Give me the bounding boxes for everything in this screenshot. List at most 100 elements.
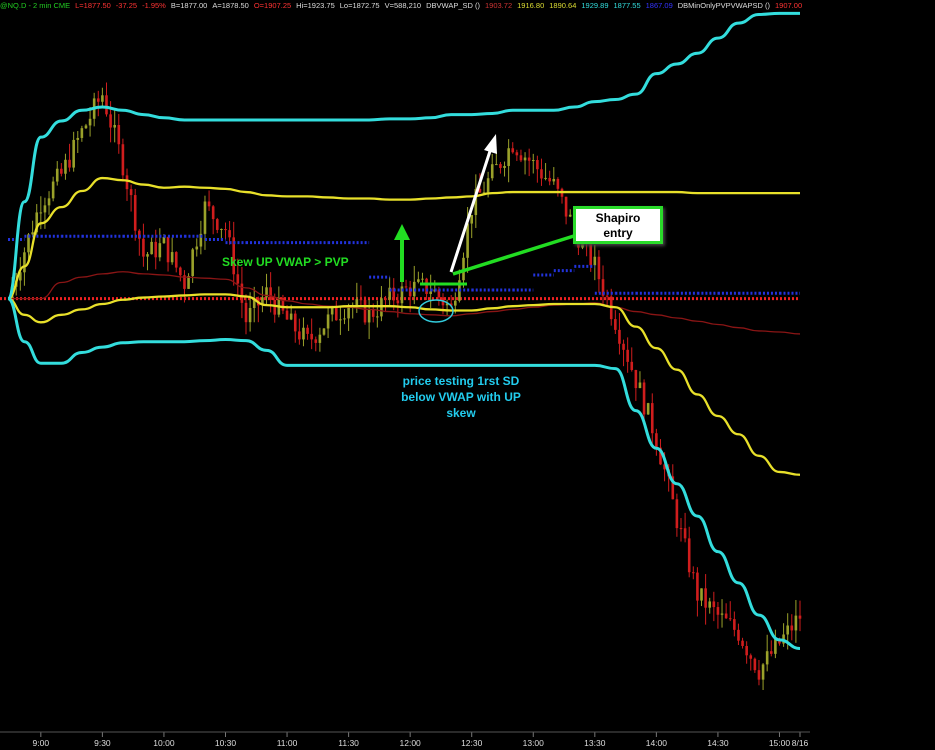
price-bar-body — [507, 148, 510, 166]
price-bar-body — [593, 256, 597, 266]
price-bar-body — [786, 625, 789, 635]
price-bar-body — [191, 249, 194, 277]
price-bar-body — [60, 168, 63, 174]
price-bar-body — [88, 118, 92, 126]
price-bar-body — [765, 651, 769, 665]
x-tick-label: 10:30 — [214, 738, 237, 748]
price-bar-body — [486, 178, 490, 193]
price-bar-body — [269, 287, 272, 300]
price-bar-body — [490, 164, 494, 179]
price-bar-body — [302, 327, 305, 340]
price-bar-body — [425, 278, 428, 294]
price-bar-body — [692, 572, 695, 574]
x-tick-label: 12:00 — [399, 738, 421, 748]
price-bar-body — [724, 613, 728, 619]
price-bar-body — [31, 232, 34, 235]
price-bar-body — [322, 328, 326, 335]
price-bar-body — [314, 339, 318, 343]
price-bar-body — [146, 254, 149, 257]
price-bar-body — [622, 343, 625, 350]
price-bar-body — [790, 625, 794, 631]
price-bar-body — [753, 658, 757, 671]
price-bar-body — [421, 278, 424, 280]
price-bar-body — [285, 310, 289, 320]
price-bar-body — [298, 331, 301, 340]
price-bar-body — [745, 645, 748, 656]
price-bar-body — [417, 279, 420, 282]
x-tick-label: 9:30 — [94, 738, 111, 748]
price-bar-body — [150, 241, 153, 255]
price-bar-body — [568, 214, 572, 217]
price-bar-body — [634, 369, 638, 389]
price-bar-body — [371, 309, 375, 317]
price-bar-body — [696, 572, 699, 601]
price-bar-body — [162, 236, 166, 244]
x-tick-label: 11:30 — [338, 738, 359, 748]
entry-line-2: entry — [603, 226, 633, 240]
price-bar-body — [712, 601, 716, 608]
price-bar-body — [605, 295, 609, 297]
price-bar-body — [614, 319, 617, 330]
price-bar-body — [72, 139, 75, 168]
price-bar-body — [158, 243, 162, 258]
price-bar-body — [794, 615, 798, 631]
price-bar-body — [343, 318, 346, 320]
price-bar-body — [228, 230, 231, 238]
price-bar-body — [646, 403, 650, 415]
price-bar-body — [597, 256, 601, 280]
band-lines — [6, 11, 801, 650]
target-arrow-head — [484, 134, 497, 154]
price-bar-body — [179, 267, 182, 276]
x-tick-label: 10:00 — [153, 738, 175, 748]
price-bar-body — [638, 382, 642, 389]
price-bar-body — [326, 314, 330, 329]
price-bar-body — [359, 299, 363, 301]
price-bar-body — [207, 201, 211, 207]
price-bar-body — [544, 177, 547, 179]
price-bar-body — [774, 638, 777, 654]
price-bar-body — [511, 148, 515, 153]
price-bar-body — [531, 160, 535, 162]
price-bar-body — [113, 125, 116, 128]
price-bar-body — [683, 528, 687, 539]
x-tick-label: 14:00 — [645, 738, 667, 748]
price-bar-body — [215, 219, 219, 230]
price-bar-body — [166, 236, 170, 263]
price-bar-body — [749, 655, 753, 659]
price-bar-body — [376, 316, 379, 318]
price-bar-body — [68, 159, 71, 168]
price-bar-body — [220, 229, 223, 231]
price-bar-body — [195, 246, 199, 250]
price-bar-body — [224, 229, 227, 231]
price-bar-body — [129, 189, 133, 196]
price-bar-body — [125, 175, 129, 190]
price-bar-body — [273, 299, 277, 315]
price-bar-body — [187, 276, 190, 289]
price-test-annotation: price testing 1rst SD below VWAP with UP… — [372, 373, 550, 421]
price-bar-body — [453, 300, 457, 306]
price-bar-body — [519, 155, 523, 161]
price-bar-body — [404, 286, 408, 288]
price-bar-body — [174, 252, 178, 268]
price-bar-body — [347, 307, 350, 319]
price-bar-body — [798, 615, 802, 619]
price-bar-body — [466, 223, 469, 258]
price-bar-body — [515, 152, 519, 156]
price-bar-body — [548, 177, 551, 182]
price-bar-body — [84, 125, 88, 129]
price-bar-body — [248, 307, 252, 323]
price-bar-body — [630, 361, 634, 370]
skew-up-arrow-head — [394, 224, 410, 240]
price-bar-body — [289, 313, 293, 320]
skew-annotation: Skew UP VWAP > PVP — [222, 255, 349, 269]
grid — [40, 732, 801, 737]
price-bar-body — [708, 601, 712, 608]
price-bar-body — [117, 125, 121, 145]
price-bar-body — [552, 178, 556, 182]
price-bar-body — [536, 160, 539, 170]
price-bar-body — [728, 618, 732, 620]
price-test-line-2: below VWAP with UP — [401, 390, 521, 404]
price-bar-body — [109, 114, 112, 128]
price-bar-body — [39, 212, 43, 214]
price-bar-body — [564, 196, 568, 217]
